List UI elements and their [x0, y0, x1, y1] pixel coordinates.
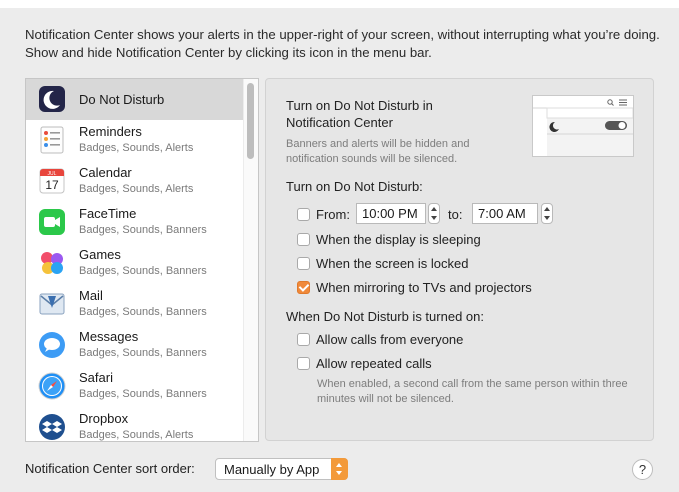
games-icon [41, 252, 63, 274]
from-time-stepper[interactable] [428, 203, 440, 224]
notification-center-preview [532, 95, 634, 157]
mirroring-checkbox[interactable] [297, 280, 310, 294]
intro-text: Notification Center shows your alerts in… [25, 27, 660, 60]
calendar-icon-day: 17 [45, 178, 59, 192]
option-mirroring[interactable]: When mirroring to TVs and projectors [297, 278, 532, 296]
app-row-safari[interactable]: Safari Badges, Sounds, Banners [26, 366, 244, 407]
option-repeated-calls[interactable]: Allow repeated calls [297, 354, 432, 372]
option-screen-locked[interactable]: When the screen is locked [297, 254, 468, 272]
app-row-calendar[interactable]: JUL 17 Calendar Badges, Sounds, Alerts [26, 161, 244, 202]
sort-order-label: Notification Center sort order: [25, 461, 195, 476]
repeated-calls-note: When enabled, a second call from the sam… [317, 378, 628, 405]
to-time-stepper[interactable] [541, 203, 553, 224]
to-time-field[interactable]: 7:00 AM [472, 203, 538, 224]
option-display-sleeping[interactable]: When the display is sleeping [297, 230, 481, 248]
app-row-reminders[interactable]: Reminders Badges, Sounds, Alerts [26, 120, 244, 161]
sort-order-select[interactable]: Manually by App [215, 458, 348, 480]
dropbox-icon [39, 414, 65, 440]
scrollbar-thumb[interactable] [247, 83, 254, 159]
app-row-dropbox[interactable]: Dropbox Badges, Sounds, Alerts [26, 407, 244, 441]
panel-title: Turn on Do Not Disturb in Notification C… [286, 98, 433, 130]
app-row-do-not-disturb[interactable]: Do Not Disturb [26, 79, 244, 120]
turn-on-label: Turn on Do Not Disturb: [286, 179, 423, 194]
from-row[interactable]: From: [297, 205, 350, 223]
app-row-messages[interactable]: Messages Badges, Sounds, Banners [26, 325, 244, 366]
screen-locked-checkbox[interactable] [297, 256, 310, 270]
moon-icon [39, 86, 65, 112]
do-not-disturb-panel: Turn on Do Not Disturb in Notification C… [265, 78, 654, 441]
calendar-icon: JUL 17 [39, 168, 65, 194]
from-checkbox[interactable] [297, 207, 310, 221]
display-sleeping-checkbox[interactable] [297, 232, 310, 246]
panel-note: Banners and alerts will be hidden and no… [286, 138, 470, 165]
messages-icon [39, 332, 65, 358]
mail-icon [39, 293, 65, 315]
safari-icon [38, 372, 66, 400]
app-list[interactable]: Do Not Disturb Reminders Badges, Sounds,… [25, 78, 259, 442]
from-label: From: [316, 206, 350, 222]
to-label: to: [448, 207, 463, 222]
facetime-icon [39, 209, 65, 235]
app-row-mail[interactable]: Mail Badges, Sounds, Banners [26, 284, 244, 325]
app-list-scrollbar[interactable] [243, 79, 258, 441]
app-row-facetime[interactable]: FaceTime Badges, Sounds, Banners [26, 202, 244, 243]
help-button[interactable]: ? [632, 459, 653, 480]
repeated-calls-checkbox[interactable] [297, 356, 310, 370]
select-arrows-icon [331, 458, 348, 480]
sort-order-value: Manually by App [224, 462, 320, 477]
calendar-icon-month: JUL [48, 171, 57, 177]
calls-everyone-checkbox[interactable] [297, 332, 310, 346]
from-time-field[interactable]: 10:00 PM [356, 203, 426, 224]
window-top-strip [0, 0, 679, 8]
when-on-label: When Do Not Disturb is turned on: [286, 309, 484, 324]
option-calls-everyone[interactable]: Allow calls from everyone [297, 330, 463, 348]
app-row-games[interactable]: Games Badges, Sounds, Banners [26, 243, 244, 284]
reminders-icon [40, 126, 64, 154]
